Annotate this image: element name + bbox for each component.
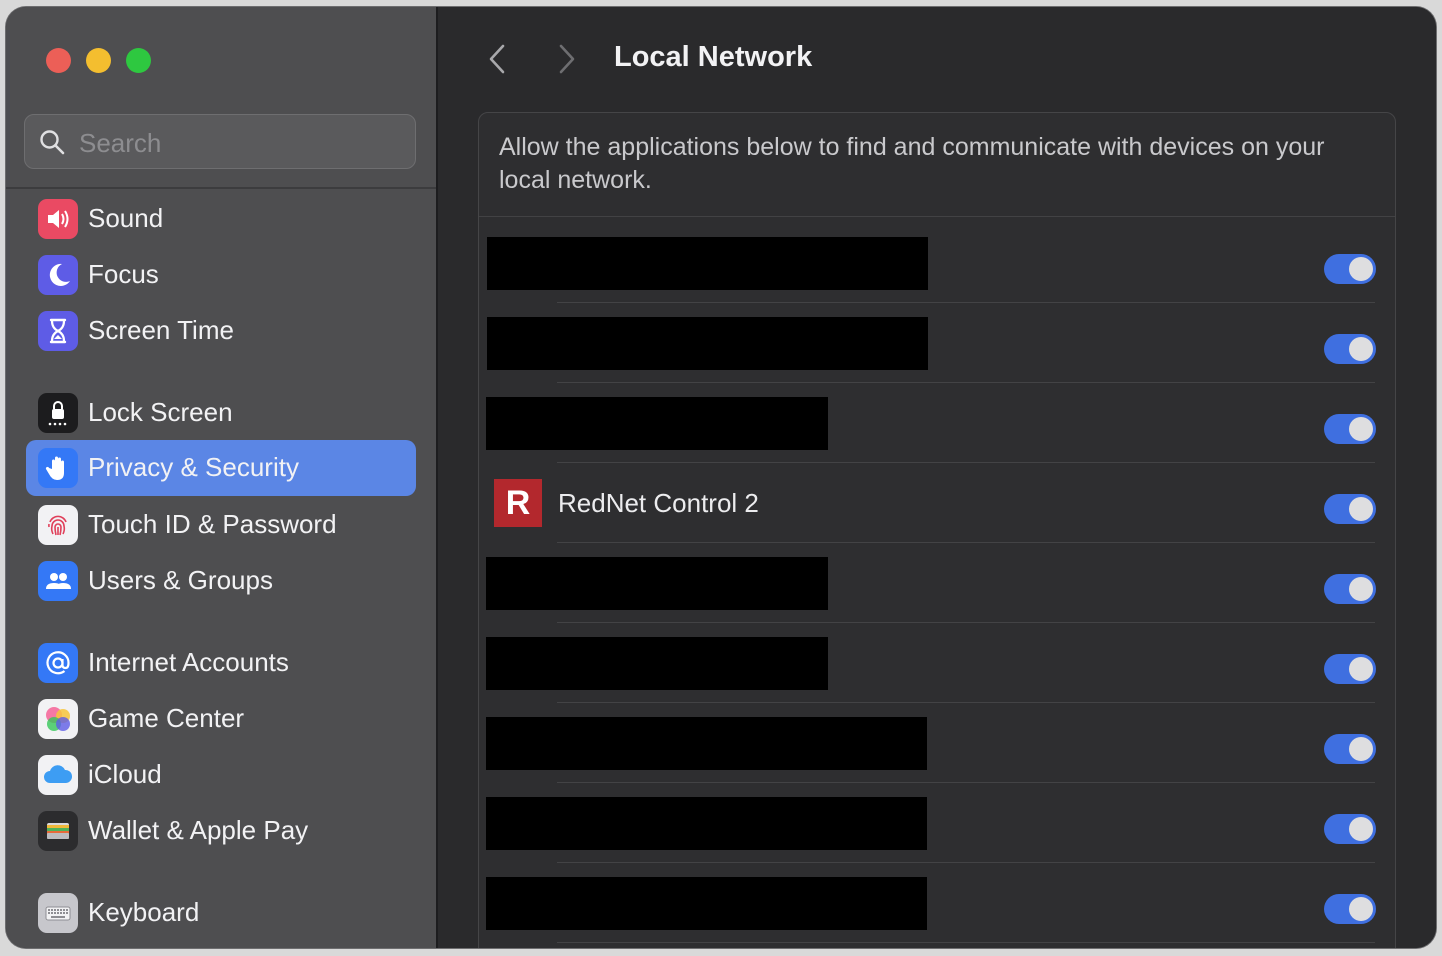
zoom-window-button[interactable] [126, 48, 151, 73]
app-access-toggle[interactable] [1324, 894, 1376, 924]
app-access-toggle[interactable] [1324, 574, 1376, 604]
toggle-knob [1349, 257, 1373, 281]
redacted-app-name [486, 397, 828, 450]
app-access-toggle[interactable] [1324, 414, 1376, 444]
system-settings-window: Search Sound Focus Screen Time Lock Scre… [6, 7, 1436, 948]
app-row [479, 783, 1395, 863]
sidebar-item-internet-accounts[interactable]: Internet Accounts [26, 635, 416, 691]
divider [479, 216, 1395, 217]
app-row [479, 703, 1395, 783]
sidebar-item-keyboard[interactable]: Keyboard [26, 885, 416, 941]
hourglass-icon [38, 311, 78, 351]
toggle-knob [1349, 497, 1373, 521]
minimize-window-button[interactable] [86, 48, 111, 73]
cloud-icon [38, 755, 78, 795]
wallet-icon [38, 811, 78, 851]
toggle-knob [1349, 817, 1373, 841]
toggle-knob [1349, 337, 1373, 361]
moon-icon [38, 255, 78, 295]
lock-icon [38, 393, 78, 433]
sidebar: Search Sound Focus Screen Time Lock Scre… [6, 7, 438, 948]
app-access-toggle[interactable] [1324, 334, 1376, 364]
toggle-knob [1349, 657, 1373, 681]
search-icon [40, 130, 65, 155]
rednet-app-icon: R [494, 479, 542, 527]
back-button[interactable] [482, 41, 512, 77]
sidebar-item-icloud[interactable]: iCloud [26, 747, 416, 803]
sidebar-item-label: Internet Accounts [88, 647, 289, 677]
hand-icon [38, 448, 78, 488]
app-access-toggle[interactable] [1324, 654, 1376, 684]
app-row [479, 303, 1395, 383]
app-access-toggle[interactable] [1324, 814, 1376, 844]
toggle-knob [1349, 737, 1373, 761]
redacted-app-name [486, 637, 828, 690]
close-window-button[interactable] [46, 48, 71, 73]
redacted-app-name [486, 797, 927, 850]
sidebar-divider [6, 187, 436, 189]
forward-button[interactable] [552, 41, 582, 77]
toggle-knob [1349, 417, 1373, 441]
sidebar-item-label: Keyboard [88, 897, 200, 927]
app-access-toggle[interactable] [1324, 254, 1376, 284]
speaker-icon [38, 199, 78, 239]
sidebar-item-label: Screen Time [88, 315, 234, 345]
sidebar-item-label: Game Center [88, 703, 245, 733]
at-icon [38, 643, 78, 683]
app-row [479, 623, 1395, 703]
app-row-rednet-control: R RedNet Control 2 [479, 463, 1395, 543]
sidebar-item-wallet[interactable]: Wallet & Apple Pay [26, 803, 416, 859]
fingerprint-icon [38, 505, 78, 545]
redacted-app-name [487, 317, 928, 370]
main-content: Local Network Allow the applications bel… [438, 7, 1436, 948]
sidebar-item-label: Focus [88, 259, 159, 289]
sidebar-item-touch-id[interactable]: Touch ID & Password [26, 497, 416, 553]
app-row [479, 543, 1395, 623]
sidebar-item-label: Touch ID & Password [88, 509, 337, 539]
app-row [479, 863, 1395, 943]
sidebar-item-privacy-security[interactable]: Privacy & Security [26, 440, 416, 496]
sidebar-item-label: Wallet & Apple Pay [88, 815, 309, 845]
sidebar-item-game-center[interactable]: Game Center [26, 691, 416, 747]
sidebar-item-label: Sound [88, 203, 164, 233]
sidebar-item-label: Users & Groups [88, 565, 273, 595]
users-icon [38, 561, 78, 601]
keyboard-icon [38, 893, 78, 933]
redacted-app-name [486, 877, 927, 930]
panel-description: Allow the applications below to find and… [499, 133, 1325, 194]
local-network-panel: Allow the applications below to find and… [478, 112, 1396, 948]
sidebar-item-label: Lock Screen [88, 397, 233, 427]
toggle-knob [1349, 577, 1373, 601]
search-placeholder: Search [79, 128, 162, 158]
redacted-app-name [486, 717, 927, 770]
search-input[interactable]: Search [24, 114, 416, 169]
game-center-icon [38, 699, 78, 739]
sidebar-item-label: Privacy & Security [88, 452, 299, 482]
sidebar-item-focus[interactable]: Focus [26, 247, 416, 303]
sidebar-item-users-groups[interactable]: Users & Groups [26, 553, 416, 609]
sidebar-item-lock-screen[interactable]: Lock Screen [26, 385, 416, 441]
sidebar-item-sound[interactable]: Sound [26, 191, 416, 247]
redacted-app-name [486, 557, 828, 610]
app-access-toggle[interactable] [1324, 734, 1376, 764]
page-title: Local Network [614, 41, 813, 73]
row-separator [557, 942, 1375, 943]
app-access-toggle[interactable] [1324, 494, 1376, 524]
app-row [479, 223, 1395, 303]
app-name: RedNet Control 2 [558, 488, 759, 518]
redacted-app-name [487, 237, 928, 290]
app-row [479, 383, 1395, 463]
toggle-knob [1349, 897, 1373, 921]
sidebar-item-label: iCloud [88, 759, 162, 789]
sidebar-item-screen-time[interactable]: Screen Time [26, 303, 416, 359]
